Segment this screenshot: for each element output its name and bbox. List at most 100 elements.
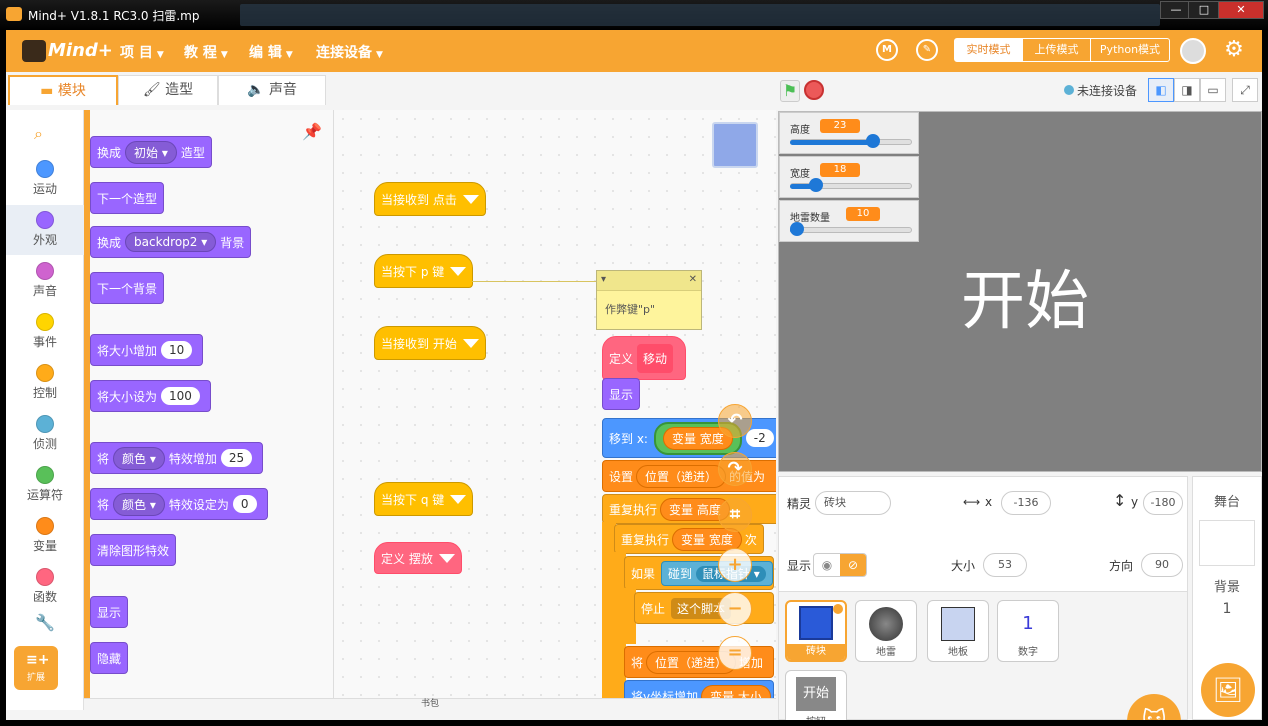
close-icon[interactable]: ✕ — [689, 274, 697, 285]
normal-stage-icon[interactable]: ◨ — [1174, 78, 1200, 102]
sprite-tile-floor[interactable]: 地板 — [927, 600, 989, 662]
block-switch-costume[interactable]: 换成 初始 ▾ 造型 — [90, 136, 212, 168]
backdrop-panel: 舞台 背景 1 🖼 — [1192, 476, 1262, 720]
tools-icon[interactable]: 🔧 — [6, 613, 84, 637]
block-set-size[interactable]: 将大小设为 100 — [90, 380, 211, 412]
redo-icon[interactable]: ↷ — [718, 452, 752, 486]
category-2[interactable]: 声音 — [6, 256, 84, 306]
extension-button[interactable]: 扩展 — [14, 646, 58, 690]
brush-icon: 🖌 — [142, 82, 166, 98]
y-input[interactable]: -180 — [1143, 491, 1183, 515]
backpack-bar[interactable]: 书包 — [84, 698, 776, 710]
script-area[interactable]: 当接收到 点击 当按下 p 键 当接收到 开始 当按下 q 键 定义 摆放 ▾ ✕… — [334, 110, 776, 710]
sprite-tile-button[interactable]: 开始 按钮 — [785, 670, 847, 720]
zoom-out-icon[interactable]: − — [718, 592, 752, 626]
slider-knob[interactable] — [809, 178, 824, 192]
slider-track[interactable] — [790, 227, 912, 233]
sprite-tile-mine[interactable]: 地雷 — [855, 600, 917, 662]
block-clear-effects[interactable]: 清除图形特效 — [90, 534, 177, 566]
mind-icon-button[interactable]: M — [876, 39, 898, 61]
slider-knob[interactable] — [865, 134, 880, 148]
settings-gear-icon[interactable]: ⚙ — [1222, 38, 1246, 62]
sprite-name-input[interactable]: 砖块 — [815, 491, 891, 515]
mindplus-logo: Mind+ — [22, 38, 113, 64]
sprite-tile-brick[interactable]: 砖块 — [785, 600, 847, 662]
category-8[interactable]: 函数 — [6, 562, 84, 612]
small-stage-icon[interactable]: ◧ — [1148, 78, 1174, 102]
size-input[interactable]: 53 — [983, 553, 1027, 577]
menu-tutorial[interactable]: 教 程 ▼ — [184, 42, 228, 62]
slider-knob[interactable] — [790, 222, 804, 236]
add-backdrop-icon[interactable]: 🖼 — [1201, 663, 1255, 717]
x-input[interactable]: -136 — [1001, 491, 1051, 515]
sprite-tile-number[interactable]: 1 数字 — [997, 600, 1059, 662]
window-title: Mind+ V1.8.1 RC3.0 扫雷.mp — [28, 9, 200, 23]
define-move-block[interactable]: 定义 移动 — [602, 336, 686, 380]
category-dot-icon — [36, 160, 54, 178]
close-button[interactable]: ✕ — [1218, 1, 1264, 19]
crop-icon[interactable]: ⌗ — [718, 498, 752, 532]
user-avatar[interactable] — [1180, 38, 1206, 64]
mode-python[interactable]: Python模式 — [1091, 39, 1169, 61]
maximize-button[interactable]: □ — [1188, 1, 1220, 19]
category-dot-icon — [36, 517, 54, 535]
category-1[interactable]: 外观 — [6, 205, 84, 255]
block-show-script[interactable]: 显示 — [602, 378, 641, 410]
editor-tabs: ▬ 模块 🖌 造型 🔈 声音 — [6, 72, 776, 108]
block-next-costume[interactable]: 下一个造型 — [90, 182, 165, 214]
mode-realtime[interactable]: 实时模式 — [955, 39, 1023, 61]
add-sprite-cat-icon[interactable]: 🐱 — [1127, 694, 1181, 720]
block-set-effect[interactable]: 将颜色 ▾ 特效设定为 0 — [90, 488, 268, 520]
search-icon[interactable]: ⌕ — [34, 124, 50, 143]
define-place-block[interactable]: 定义 摆放 — [374, 542, 462, 574]
dropdown-arrow-icon[interactable] — [438, 553, 455, 563]
zoom-reset-icon[interactable]: = — [718, 636, 752, 670]
category-7[interactable]: 变量 — [6, 511, 84, 561]
hide-stage-icon[interactable]: ▭ — [1200, 78, 1226, 102]
tab-blocks[interactable]: ▬ 模块 — [8, 75, 118, 105]
category-4[interactable]: 控制 — [6, 358, 84, 408]
direction-input[interactable]: 90 — [1141, 553, 1183, 577]
stop-icon[interactable] — [804, 80, 824, 100]
block-change-effect[interactable]: 将颜色 ▾ 特效增加 25 — [90, 442, 264, 474]
green-flag-icon[interactable]: ⚑ — [780, 80, 800, 102]
block-hide[interactable]: 隐藏 — [90, 642, 129, 674]
menu-connect-device[interactable]: 连接设备 ▼ — [316, 42, 383, 62]
tab-sounds[interactable]: 🔈 声音 — [218, 75, 326, 105]
block-show[interactable]: 显示 — [90, 596, 129, 628]
menu-edit[interactable]: 编 辑 ▼ — [249, 42, 293, 62]
dropdown-arrow-icon[interactable] — [450, 494, 467, 504]
dropdown-arrow-icon[interactable] — [462, 194, 479, 204]
fullscreen-icon[interactable]: ⤢ — [1232, 78, 1258, 102]
connection-status[interactable]: 未连接设备 — [1064, 82, 1137, 99]
block-next-backdrop[interactable]: 下一个背景 — [90, 272, 165, 304]
eye-icon[interactable]: ◉ — [814, 554, 840, 576]
tab-costumes[interactable]: 🖌 造型 — [118, 75, 218, 105]
category-3[interactable]: 事件 — [6, 307, 84, 357]
dropdown-arrow-icon[interactable] — [462, 338, 479, 348]
menu-project[interactable]: 项 目 ▼ — [120, 42, 164, 62]
comment-note[interactable]: ▾ ✕ 作弊键"p" — [596, 270, 702, 330]
category-5[interactable]: 侦测 — [6, 409, 84, 459]
block-change-size[interactable]: 将大小增加 10 — [90, 334, 204, 366]
category-dot-icon — [36, 415, 54, 433]
collapse-icon[interactable]: ▾ — [601, 274, 606, 285]
eye-off-icon[interactable]: ⊘ — [840, 554, 866, 576]
category-menu: ⌕ 运动外观声音事件控制侦测运算符变量函数🔧 扩展 — [6, 110, 84, 710]
undo-icon[interactable]: ↶ — [718, 404, 752, 438]
hat-when-receive-click[interactable]: 当接收到 点击 — [374, 182, 486, 216]
zoom-in-icon[interactable]: + — [718, 548, 752, 582]
category-6[interactable]: 运算符 — [6, 460, 84, 510]
block-switch-backdrop[interactable]: 换成 backdrop2 ▾ 背景 — [90, 226, 252, 258]
edit-icon-button[interactable]: ✎ — [916, 39, 938, 61]
mode-upload[interactable]: 上传模式 — [1023, 39, 1091, 61]
backdrop-thumbnail[interactable] — [1199, 520, 1255, 566]
pin-icon[interactable]: 📌 — [302, 122, 322, 141]
stage-canvas[interactable]: 高度 23 宽度 18 地雷数量 10 开始 — [778, 111, 1262, 472]
hat-when-key-q[interactable]: 当按下 q 键 — [374, 482, 474, 516]
block-stop[interactable]: 停止 这个脚本 — [634, 592, 774, 624]
category-0[interactable]: 运动 — [6, 154, 84, 204]
hat-when-key-p[interactable]: 当按下 p 键 — [374, 254, 474, 288]
hat-when-receive-start[interactable]: 当接收到 开始 — [374, 326, 486, 360]
dropdown-arrow-icon[interactable] — [450, 266, 467, 276]
